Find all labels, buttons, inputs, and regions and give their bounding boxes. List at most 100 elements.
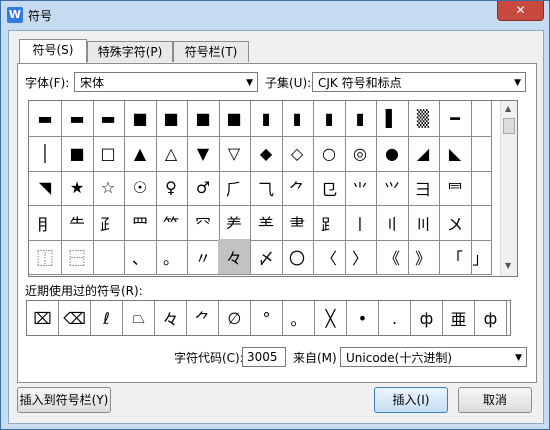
- recent-symbol-cell[interactable]: ф: [475, 301, 507, 335]
- symbol-cell[interactable]: [470, 205, 492, 241]
- symbol-cell[interactable]: 〤: [439, 205, 472, 241]
- symbol-cell[interactable]: ▌: [376, 101, 409, 137]
- recent-symbol-cell[interactable]: .: [379, 301, 411, 335]
- symbol-cell[interactable]: 〢: [376, 205, 409, 241]
- symbol-cell[interactable]: 〆: [250, 239, 283, 275]
- cancel-button[interactable]: 取消: [458, 387, 532, 413]
- vertical-scrollbar[interactable]: ▲ ▼: [500, 101, 517, 276]
- symbol-cell[interactable]: ⺳: [187, 205, 220, 241]
- recent-symbol-cell[interactable]: ⌫: [59, 301, 91, 335]
- symbol-cell[interactable]: 《: [376, 239, 409, 275]
- symbol-cell[interactable]: ⺻: [281, 205, 314, 241]
- symbol-cell[interactable]: ●: [376, 136, 409, 172]
- symbol-cell[interactable]: ▽: [218, 136, 251, 172]
- symbol-cell[interactable]: ■: [187, 101, 220, 137]
- symbol-cell[interactable]: ♀: [155, 170, 188, 206]
- symbol-cell[interactable]: 》: [407, 239, 440, 275]
- recent-symbol-cell[interactable]: 亜: [443, 301, 475, 335]
- symbol-cell[interactable]: 〈: [313, 239, 346, 275]
- symbol-cell[interactable]: ▮: [344, 101, 377, 137]
- symbol-cell[interactable]: [92, 239, 125, 275]
- symbol-cell[interactable]: ⺄: [250, 170, 283, 206]
- subset-select[interactable]: CJK 符号和标点 ▼: [312, 72, 526, 92]
- recent-symbol-cell[interactable]: °: [251, 301, 283, 335]
- title-bar[interactable]: W 符号 ✕: [1, 1, 549, 29]
- recent-symbol-cell[interactable]: ⺈: [187, 301, 219, 335]
- symbol-cell[interactable]: ⺕: [407, 170, 440, 206]
- char-code-input[interactable]: 3005: [242, 347, 286, 367]
- symbol-cell[interactable]: ◣: [439, 136, 472, 172]
- symbol-cell[interactable]: ⺌: [344, 170, 377, 206]
- recent-symbol-cell[interactable]: ℓ: [91, 301, 123, 335]
- scroll-down-icon[interactable]: ▼: [505, 261, 511, 270]
- symbol-cell[interactable]: 〃: [187, 239, 220, 275]
- symbol-cell[interactable]: 、: [124, 239, 157, 275]
- symbol-cell[interactable]: 。: [155, 239, 188, 275]
- recent-symbol-cell[interactable]: 々: [155, 301, 187, 335]
- symbol-cell[interactable]: ▬: [29, 101, 62, 137]
- recent-symbol-cell[interactable]: ф: [411, 301, 443, 335]
- symbol-cell[interactable]: ▮: [313, 101, 346, 137]
- recent-symbol-cell[interactable]: •: [347, 301, 379, 335]
- symbol-cell[interactable]: ▬: [92, 101, 125, 137]
- symbol-cell[interactable]: ☉: [124, 170, 157, 206]
- symbol-cell[interactable]: ⺧: [61, 205, 94, 241]
- symbol-cell[interactable]: │: [29, 136, 62, 172]
- encoding-select[interactable]: Unicode(十六进制) ▼: [340, 347, 527, 367]
- symbol-cell[interactable]: ■: [218, 101, 251, 137]
- symbol-cell[interactable]: 〣: [407, 205, 440, 241]
- symbol-cell[interactable]: ☆: [92, 170, 125, 206]
- symbol-cell[interactable]: ⺋: [313, 170, 346, 206]
- symbol-cell[interactable]: ▼: [187, 136, 220, 172]
- symbol-cell[interactable]: ♂: [187, 170, 220, 206]
- symbol-cell[interactable]: ⺶: [218, 205, 251, 241]
- symbol-cell[interactable]: ⺁: [218, 170, 251, 206]
- symbol-cell[interactable]: ⺍: [376, 170, 409, 206]
- symbol-cell[interactable]: ◎: [344, 136, 377, 172]
- symbol-cell[interactable]: [470, 101, 492, 137]
- scroll-thumb[interactable]: [503, 118, 515, 134]
- insert-to-symbol-bar-button[interactable]: 插入到符号栏(Y): [17, 387, 111, 413]
- symbol-cell[interactable]: ◇: [281, 136, 314, 172]
- recent-symbol-cell[interactable]: 。: [283, 301, 315, 335]
- tab-symbols[interactable]: 符号(S): [19, 39, 87, 63]
- recent-symbol-cell[interactable]: ╳: [315, 301, 347, 335]
- symbol-cell[interactable]: ■: [61, 136, 94, 172]
- symbol-cell[interactable]: ━: [439, 101, 472, 137]
- symbol-cell[interactable]: ⺪: [92, 205, 125, 241]
- symbol-cell[interactable]: 「: [439, 239, 472, 275]
- tab-special-chars[interactable]: 特殊字符(P): [87, 41, 173, 62]
- symbol-cell[interactable]: 〡: [344, 205, 377, 241]
- symbol-cell[interactable]: ⺷: [250, 205, 283, 241]
- symbol-cell[interactable]: ▲: [124, 136, 157, 172]
- symbol-cell[interactable]: [470, 170, 492, 206]
- symbol-cell[interactable]: ◥: [29, 170, 62, 206]
- symbol-cell[interactable]: ■: [155, 101, 188, 137]
- symbol-cell[interactable]: ★: [61, 170, 94, 206]
- symbol-cell[interactable]: [470, 136, 492, 172]
- symbol-cell[interactable]: ▮: [281, 101, 314, 137]
- symbol-cell[interactable]: ⿰: [29, 239, 62, 275]
- symbol-cell[interactable]: ▮: [250, 101, 283, 137]
- symbol-cell[interactable]: ⺜: [439, 170, 472, 206]
- symbol-cell[interactable]: ▒: [407, 101, 440, 137]
- symbol-cell[interactable]: ⺮: [155, 205, 188, 241]
- tab-symbol-bar[interactable]: 符号栏(T): [173, 41, 249, 62]
- scroll-up-icon[interactable]: ▲: [505, 104, 511, 113]
- symbol-cell[interactable]: 〇: [281, 239, 314, 275]
- symbol-cell[interactable]: 」: [470, 239, 492, 275]
- recent-symbol-cell[interactable]: ⌧: [27, 301, 59, 335]
- recent-symbol-cell[interactable]: ⏢: [123, 301, 155, 335]
- insert-button[interactable]: 插入(I): [374, 387, 448, 413]
- symbol-cell[interactable]: 々: [218, 239, 251, 275]
- symbol-cell[interactable]: △: [155, 136, 188, 172]
- symbol-cell[interactable]: ⻊: [313, 205, 346, 241]
- symbol-cell[interactable]: ▬: [61, 101, 94, 137]
- symbol-cell[interactable]: 〉: [344, 239, 377, 275]
- symbol-cell[interactable]: ⿱: [61, 239, 94, 275]
- symbol-cell[interactable]: ⺈: [281, 170, 314, 206]
- symbol-cell[interactable]: ◢: [407, 136, 440, 172]
- symbol-cell[interactable]: □: [92, 136, 125, 172]
- symbol-cell[interactable]: ◆: [250, 136, 283, 172]
- symbol-cell[interactable]: ⺝: [29, 205, 62, 241]
